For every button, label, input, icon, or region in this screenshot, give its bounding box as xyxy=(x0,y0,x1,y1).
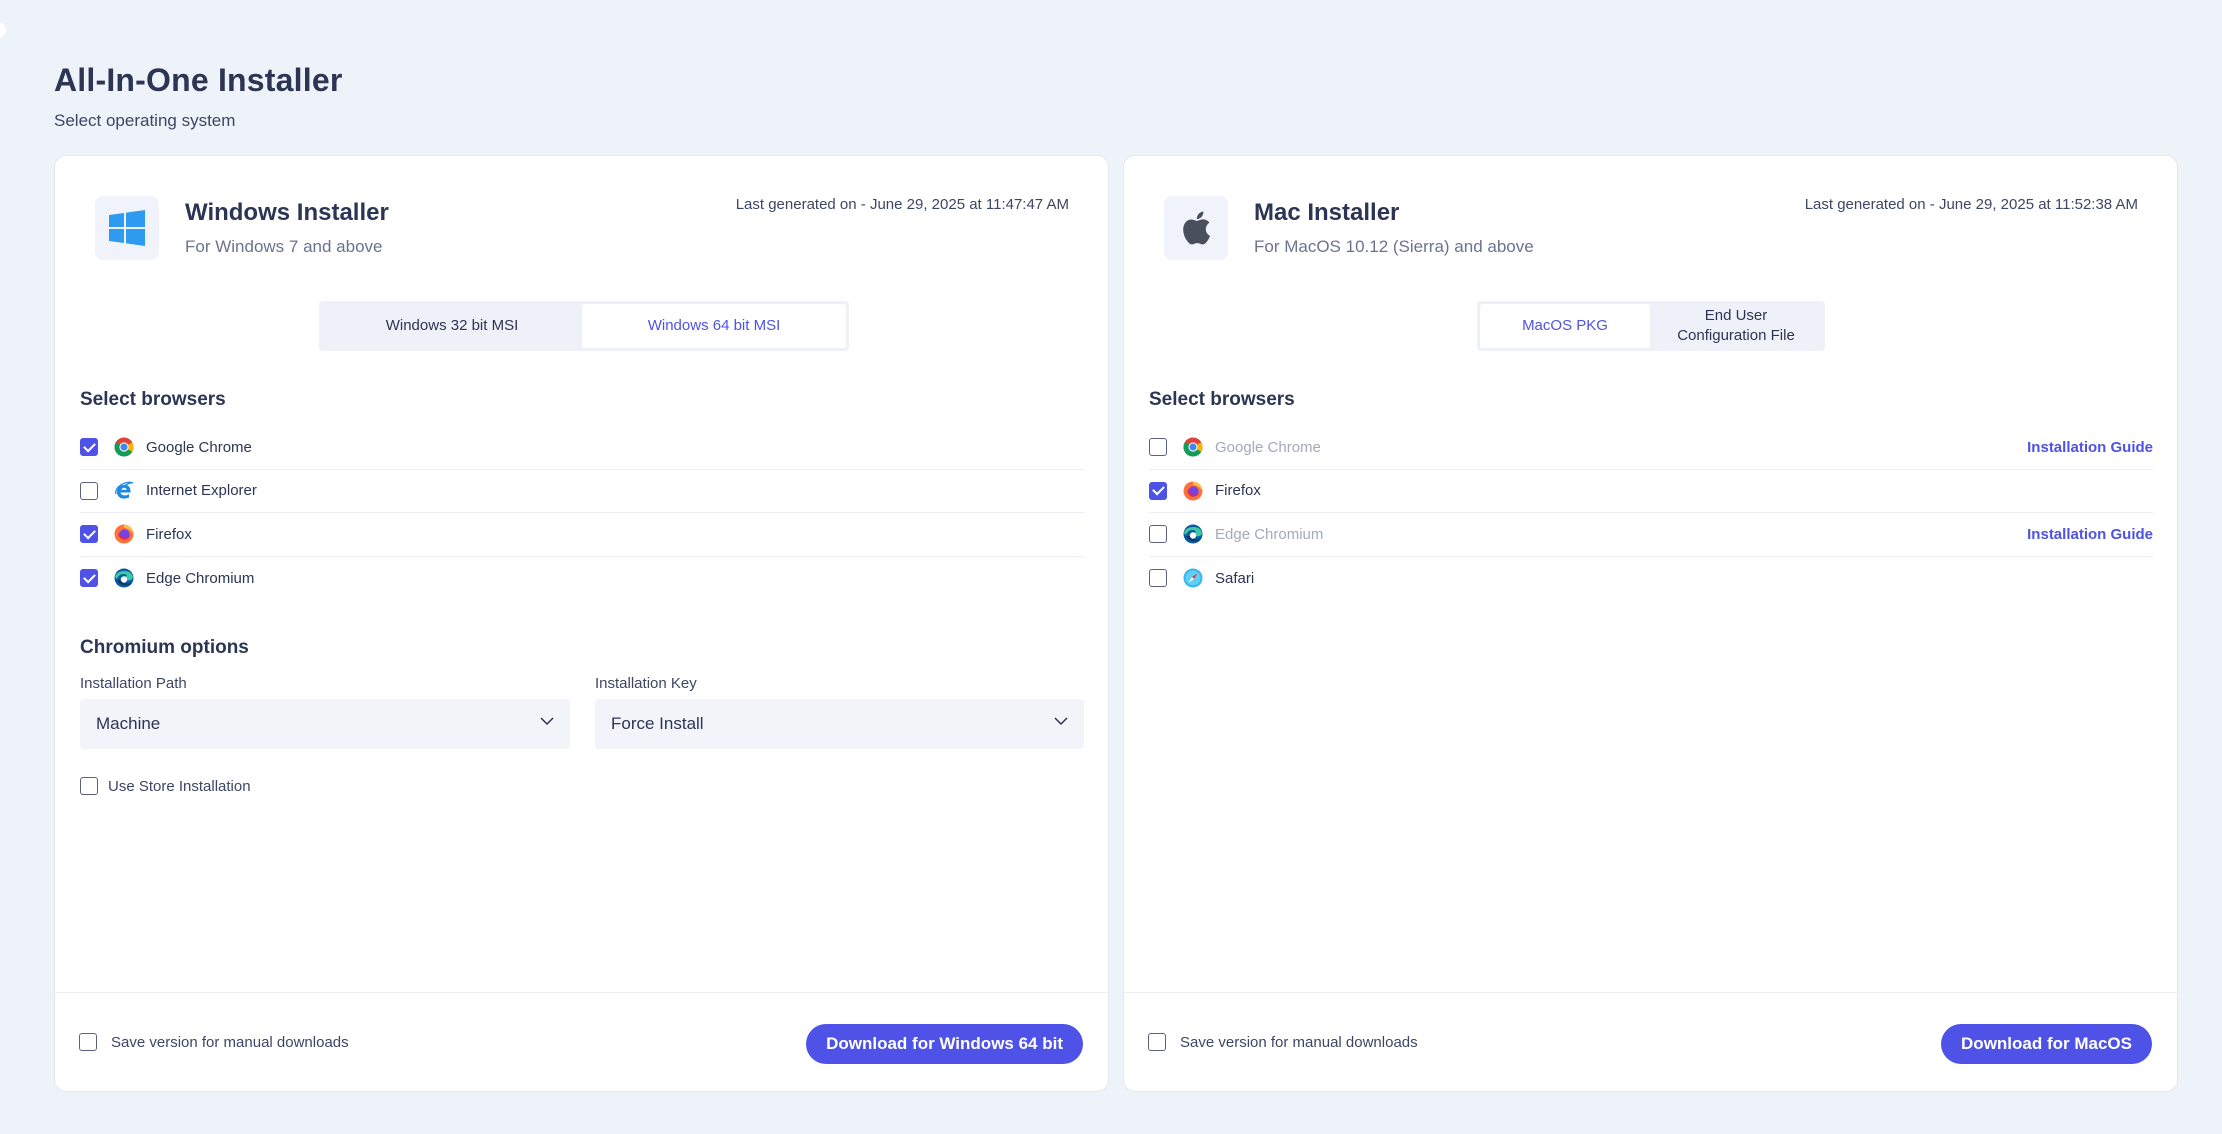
mac-browser-list: Google Chrome Installation Guide Firefox… xyxy=(1149,426,2153,600)
browser-row-edge-chromium: Edge Chromium Installation Guide xyxy=(1149,513,2153,557)
windows-select-browsers-label: Select browsers xyxy=(80,389,226,410)
browser-row-firefox: Firefox xyxy=(1149,470,2153,513)
windows-save-version[interactable]: Save version for manual downloads xyxy=(79,1033,349,1051)
firefox-checkbox[interactable] xyxy=(80,525,98,544)
tab-windows-32-bit-msi[interactable]: Windows 32 bit MSI xyxy=(322,304,582,348)
browser-row-internet-explorer: Internet Explorer xyxy=(80,470,1084,513)
firefox-icon xyxy=(114,524,134,544)
chrome-icon xyxy=(1183,437,1203,457)
tab-windows-64-bit-msi[interactable]: Windows 64 bit MSI xyxy=(582,304,846,348)
download-windows-button[interactable]: Download for Windows 64 bit xyxy=(806,1024,1083,1064)
mac-save-version-label: Save version for manual downloads xyxy=(1180,1033,1418,1051)
browser-name: Edge Chromium xyxy=(1215,525,1324,543)
browser-name: Google Chrome xyxy=(146,438,252,456)
mac-select-browsers-label: Select browsers xyxy=(1149,389,1295,410)
mac-package-tabs: MacOS PKG End User Configuration File xyxy=(1477,301,1825,351)
edge-icon xyxy=(1183,524,1203,544)
internet-explorer-icon xyxy=(115,481,134,499)
windows-save-version-checkbox[interactable] xyxy=(79,1033,97,1051)
edge-checkbox[interactable] xyxy=(1149,525,1167,544)
browser-name: Firefox xyxy=(1215,482,1261,500)
chrome-installation-guide-link[interactable]: Installation Guide xyxy=(2027,439,2153,456)
browser-row-google-chrome: Google Chrome Installation Guide xyxy=(1149,426,2153,470)
browser-name: Google Chrome xyxy=(1215,438,1321,456)
browser-name: Firefox xyxy=(146,525,192,543)
mac-save-version[interactable]: Save version for manual downloads xyxy=(1148,1033,1418,1051)
browser-row-edge-chromium: Edge Chromium xyxy=(80,557,1084,601)
installation-path-value: Machine xyxy=(96,714,161,733)
mac-last-generated: Last generated on - June 29, 2025 at 11:… xyxy=(1804,196,2138,213)
windows-installer-title: Windows Installer xyxy=(185,199,389,226)
windows-logo-icon xyxy=(95,196,159,260)
mac-footer-divider xyxy=(1124,992,2177,993)
windows-footer-divider xyxy=(55,992,1108,993)
installation-path-select[interactable]: Machine xyxy=(80,699,570,749)
browser-name: Edge Chromium xyxy=(146,569,255,587)
chevron-down-icon xyxy=(540,717,554,726)
edge-icon xyxy=(114,568,134,588)
mac-installer-subtitle: For MacOS 10.12 (Sierra) and above xyxy=(1254,237,1534,256)
chevron-down-icon xyxy=(1054,717,1068,726)
chromium-options-label: Chromium options xyxy=(80,637,249,658)
page-title: All-In-One Installer xyxy=(54,62,343,98)
windows-package-tabs: Windows 32 bit MSI Windows 64 bit MSI xyxy=(319,301,849,351)
windows-installer-card: Windows Installer For Windows 7 and abov… xyxy=(54,155,1109,1092)
windows-last-generated: Last generated on - June 29, 2025 at 11:… xyxy=(735,196,1069,213)
browser-row-google-chrome: Google Chrome xyxy=(80,426,1084,470)
mac-save-version-checkbox[interactable] xyxy=(1148,1033,1166,1051)
use-store-installation-checkbox[interactable] xyxy=(80,777,98,795)
edge-installation-guide-link[interactable]: Installation Guide xyxy=(2027,526,2153,543)
installation-key-value: Force Install xyxy=(611,714,704,733)
corner-handle xyxy=(0,22,6,38)
edge-checkbox[interactable] xyxy=(80,569,98,588)
internet-explorer-checkbox[interactable] xyxy=(80,481,98,500)
safari-icon xyxy=(1183,568,1203,588)
installation-path-label: Installation Path xyxy=(80,675,187,692)
browser-name: Internet Explorer xyxy=(146,482,257,500)
use-store-installation-label: Use Store Installation xyxy=(108,777,251,795)
tab-macos-pkg[interactable]: MacOS PKG xyxy=(1480,304,1650,348)
download-macos-button[interactable]: Download for MacOS xyxy=(1941,1024,2152,1064)
windows-save-version-label: Save version for manual downloads xyxy=(111,1033,349,1051)
browser-row-safari: Safari xyxy=(1149,557,2153,601)
chrome-icon xyxy=(114,437,134,457)
page-header: All-In-One Installer Select operating sy… xyxy=(54,62,342,131)
chrome-checkbox[interactable] xyxy=(1149,438,1167,457)
firefox-icon xyxy=(1183,481,1203,501)
mac-installer-title: Mac Installer xyxy=(1254,199,1400,226)
use-store-installation[interactable]: Use Store Installation xyxy=(80,777,251,795)
safari-checkbox[interactable] xyxy=(1149,569,1167,588)
windows-installer-subtitle: For Windows 7 and above xyxy=(185,237,383,256)
tab-end-user-configuration-file[interactable]: End User Configuration File xyxy=(1650,304,1822,348)
chrome-checkbox[interactable] xyxy=(80,438,98,457)
installation-key-select[interactable]: Force Install xyxy=(595,699,1084,749)
apple-logo-icon xyxy=(1164,196,1228,260)
page-subtitle: Select operating system xyxy=(54,111,236,130)
mac-installer-card: Mac Installer For MacOS 10.12 (Sierra) a… xyxy=(1123,155,2178,1092)
browser-name: Safari xyxy=(1215,569,1255,587)
windows-browser-list: Google Chrome Internet Explorer Firefox xyxy=(80,426,1084,600)
browser-row-firefox: Firefox xyxy=(80,513,1084,557)
firefox-checkbox[interactable] xyxy=(1149,481,1167,500)
installation-key-label: Installation Key xyxy=(595,675,697,692)
